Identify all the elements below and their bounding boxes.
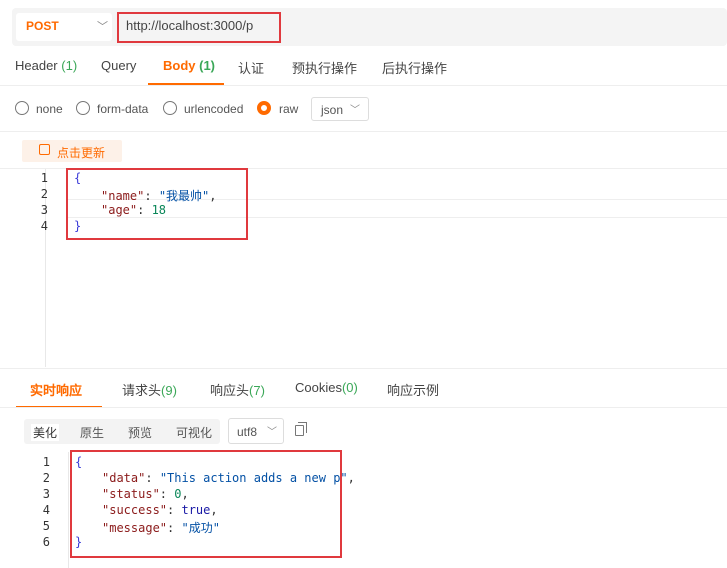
chevron-down-icon: ﹀	[267, 427, 277, 438]
chevron-down-icon: ﹀	[97, 21, 108, 33]
line-number: 3	[42, 487, 50, 501]
tab-header[interactable]: Header (1)	[15, 58, 77, 73]
format-raw-button[interactable]: 原生	[80, 424, 104, 441]
tab-response-headers[interactable]: 响应头(7)	[210, 380, 265, 399]
method-select[interactable]: POST ﹀	[16, 13, 112, 41]
tab-cookies-count: (0)	[341, 380, 358, 395]
tab-response-examples[interactable]: 响应示例	[387, 380, 439, 399]
request-body-highlight	[66, 168, 248, 240]
line-number: 4	[40, 219, 48, 233]
line-number: 4	[42, 503, 50, 517]
format-preview-button[interactable]: 预览	[128, 424, 152, 441]
update-button-label: 点击更新	[57, 146, 106, 160]
radio-form-data[interactable]	[76, 101, 90, 115]
tab-auth[interactable]: 认证	[238, 58, 264, 77]
tab-pre-request-label: 预执行操作	[292, 61, 358, 76]
line-number: 5	[42, 519, 50, 533]
tab-body[interactable]: Body (1)	[163, 58, 215, 73]
tab-cookies[interactable]: Cookies(0)	[295, 380, 358, 395]
tab-request-headers-label: 请求头	[122, 383, 162, 398]
copy-icon	[298, 422, 307, 433]
edit-icon	[39, 144, 50, 155]
encoding-select[interactable]: utf8 ﹀	[228, 418, 284, 444]
radio-raw[interactable]	[257, 101, 271, 115]
divider	[0, 407, 727, 408]
line-number: 1	[40, 171, 48, 185]
chevron-down-icon: ﹀	[350, 105, 360, 116]
radio-urlencoded-label: urlencoded	[184, 102, 244, 116]
tab-response-examples-label: 响应示例	[387, 383, 440, 398]
tab-header-label: Header	[15, 58, 58, 73]
response-body-highlight	[70, 450, 342, 558]
url-highlight	[117, 12, 281, 43]
tab-post-request-label: 后执行操作	[382, 61, 448, 76]
radio-raw-label: raw	[279, 102, 299, 116]
tab-auth-label: 认证	[238, 61, 265, 76]
format-visualize-button[interactable]: 可视化	[176, 424, 212, 441]
format-pretty-button[interactable]: 美化	[31, 424, 60, 441]
tab-live-response-label: 实时响应	[30, 383, 83, 398]
line-number: 1	[42, 455, 50, 469]
method-label: POST	[26, 19, 59, 33]
update-button[interactable]: 点击更新	[22, 140, 122, 162]
tab-header-count: (1)	[61, 58, 78, 73]
encoding-value: utf8	[237, 425, 258, 439]
tab-query-label: Query	[101, 58, 137, 73]
divider	[0, 131, 727, 132]
tab-request-headers-count: (9)	[161, 383, 177, 398]
raw-format-select[interactable]: json ﹀	[311, 97, 369, 121]
line-number: 2	[42, 471, 50, 485]
tab-response-headers-label: 响应头	[210, 383, 250, 398]
tab-query[interactable]: Query	[101, 58, 136, 73]
editor-gutter	[68, 452, 69, 568]
radio-none-label: none	[36, 102, 63, 116]
raw-format-value: json	[321, 103, 344, 117]
line-number: 6	[42, 535, 50, 549]
tab-response-headers-count: (7)	[249, 383, 265, 398]
tab-post-request[interactable]: 后执行操作	[382, 58, 447, 77]
tab-body-count: (1)	[199, 58, 216, 73]
tab-body-label: Body	[163, 58, 196, 73]
tab-live-response[interactable]: 实时响应	[30, 380, 82, 399]
tab-pre-request[interactable]: 预执行操作	[292, 58, 357, 77]
line-number: 2	[40, 187, 48, 201]
radio-form-data-label: form-data	[97, 102, 149, 116]
divider	[0, 85, 727, 86]
radio-none[interactable]	[15, 101, 29, 115]
tab-cookies-label: Cookies	[295, 380, 342, 395]
radio-urlencoded[interactable]	[163, 101, 177, 115]
line-number: 3	[40, 203, 48, 217]
format-toggle-group: 美化 原生 预览 可视化	[24, 419, 220, 444]
divider	[0, 368, 727, 369]
tab-request-headers[interactable]: 请求头(9)	[122, 380, 177, 399]
